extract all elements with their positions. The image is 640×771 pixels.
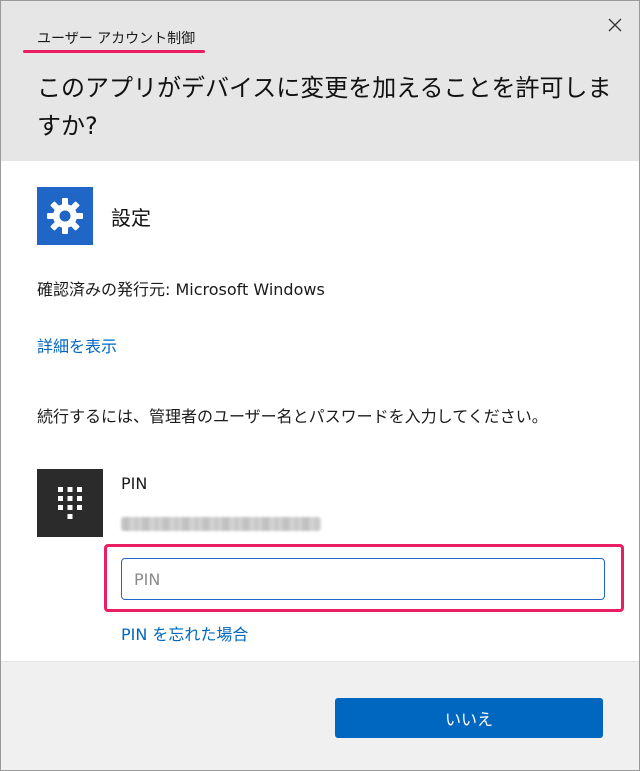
app-name: 設定 — [111, 205, 151, 230]
dialog-header: ユーザー アカウント制御 このアプリがデバイスに変更を加えることを許可しますか? — [1, 1, 639, 161]
instruction-text: 続行するには、管理者のユーザー名とパスワードを入力してください。 — [37, 407, 548, 426]
no-button[interactable]: いいえ — [335, 698, 603, 738]
show-details-link[interactable]: 詳細を表示 — [37, 333, 117, 357]
window-title: ユーザー アカウント制御 — [37, 31, 196, 47]
app-icon-tile — [37, 187, 93, 245]
close-icon — [608, 18, 622, 32]
forgot-pin-link[interactable]: PIN を忘れた場合 — [121, 621, 248, 645]
dialog-footer: いいえ — [1, 661, 639, 770]
title-highlight-underline — [23, 50, 205, 53]
verified-publisher: 確認済みの発行元: Microsoft Windows — [37, 280, 325, 299]
gear-icon — [47, 198, 83, 234]
pin-input[interactable] — [121, 558, 605, 600]
uac-dialog: ユーザー アカウント制御 このアプリがデバイスに変更を加えることを許可しますか? — [0, 0, 640, 771]
consent-question: このアプリがデバイスに変更を加えることを許可しますか? — [37, 74, 612, 140]
close-button[interactable] — [599, 11, 631, 39]
blurred-account-name — [121, 517, 321, 531]
app-info: 設定 — [37, 187, 151, 245]
credential-label: PIN — [121, 474, 148, 493]
credential-tile — [37, 469, 103, 537]
keypad-icon — [58, 487, 82, 519]
